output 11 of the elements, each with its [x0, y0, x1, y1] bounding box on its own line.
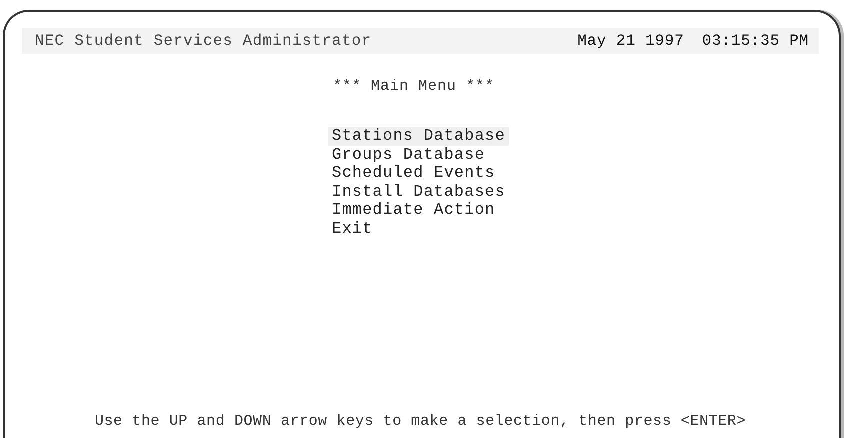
menu-item[interactable]: Stations Database	[328, 127, 510, 146]
menu-item[interactable]: Groups Database	[328, 146, 490, 164]
menu-item[interactable]: Exit	[328, 220, 377, 238]
status-line: Use the UP and DOWN arrow keys to make a selection, then press <ENTER>	[94, 413, 748, 430]
menu-title: *** Main Menu ***	[333, 78, 496, 95]
app-title: NEC Student Services Administrator	[35, 32, 372, 50]
date-text: May 21 1997	[578, 32, 684, 50]
menu-item[interactable]: Immediate Action	[328, 201, 500, 220]
menu-item[interactable]: Install Databases	[328, 182, 510, 201]
menu-item[interactable]: Scheduled Events	[328, 164, 500, 182]
time-text: 03:15:35 PM	[702, 32, 809, 50]
